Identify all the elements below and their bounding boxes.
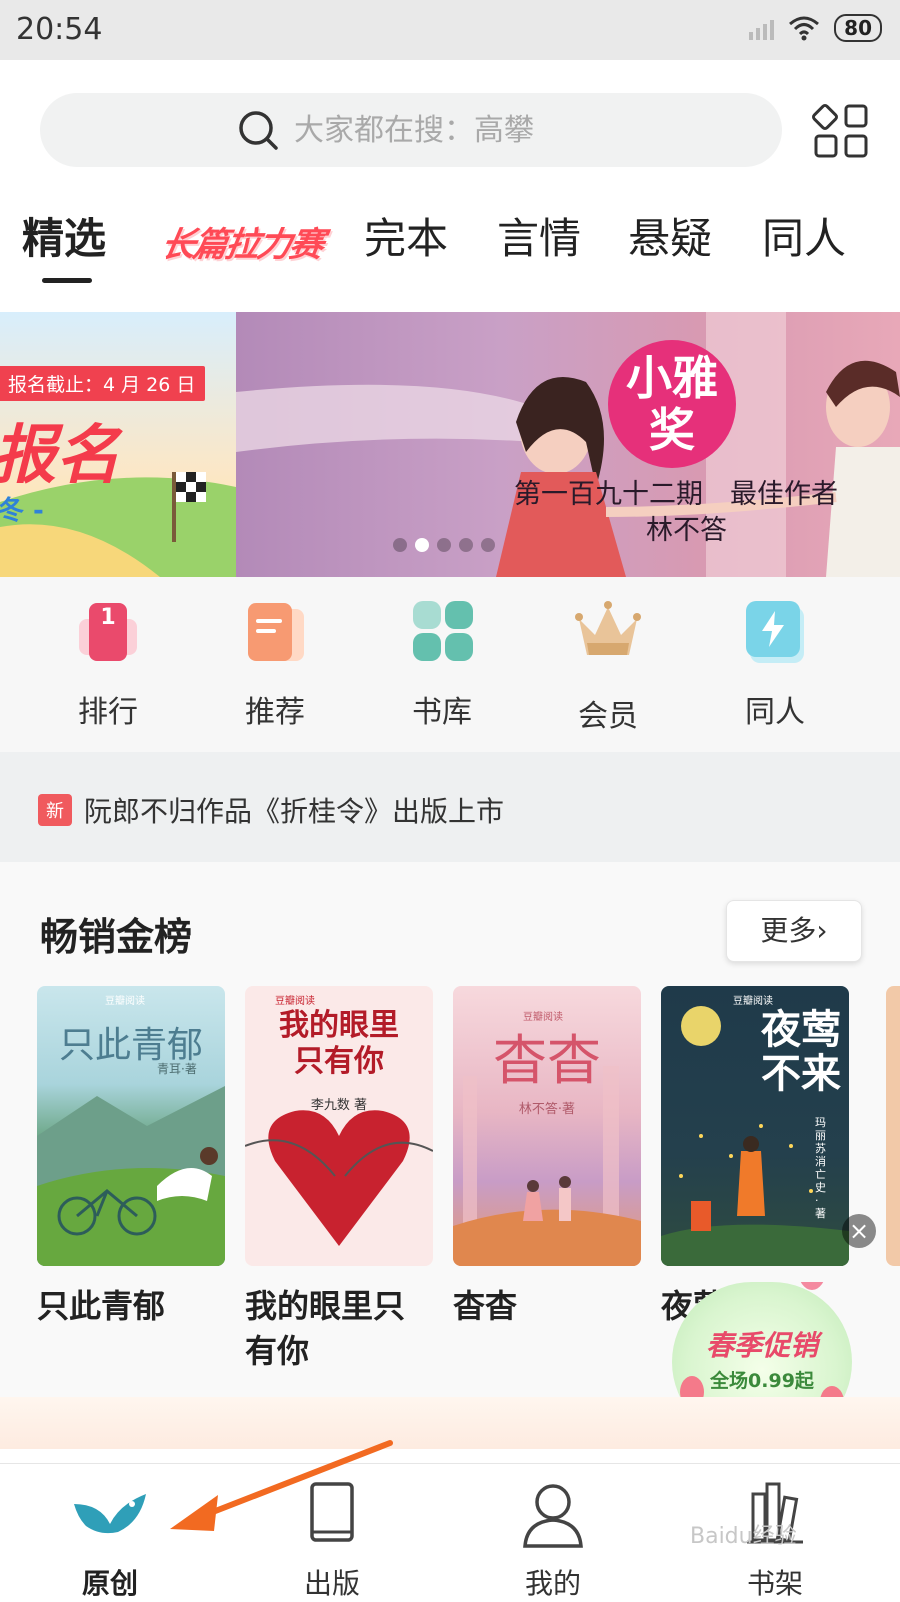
battery-indicator: 80 (834, 14, 882, 42)
nav-label: 我的 (524, 1567, 581, 1600)
tab-featured[interactable]: 精选 (22, 205, 106, 266)
tab-completed[interactable]: 完本 (364, 205, 448, 266)
promo-title: 春季促销 (705, 1329, 818, 1362)
book-cover-publisher: 豆瓣阅读 (275, 996, 315, 1007)
book-card-peek[interactable] (886, 986, 900, 1266)
quick-link-fanfic[interactable]: 同人 (715, 597, 835, 731)
book-cover[interactable]: 夜莺不来 玛丽苏消亡史·著 豆瓣阅读 (661, 986, 849, 1266)
book-cover-author: 李九数 著 (310, 1098, 368, 1113)
book-cover-publisher: 豆瓣阅读 (523, 1012, 563, 1023)
quick-link-label: 排行 (78, 695, 138, 730)
status-icons: 80 (749, 14, 882, 42)
carousel-dot[interactable] (459, 538, 473, 552)
search-input[interactable] (292, 111, 586, 149)
carousel-dot[interactable] (437, 538, 451, 552)
quick-link-label: 会员 (578, 699, 638, 734)
ranking-icon: 1 (73, 597, 143, 667)
book-cover[interactable]: 杳杳 林不答·著 豆瓣阅读 (453, 986, 641, 1266)
book-cover-title: 我的眼里只有你 (279, 1008, 399, 1079)
fanfic-icon (740, 597, 810, 667)
new-badge: 新 (38, 794, 72, 826)
carousel-dot[interactable] (481, 538, 495, 552)
book-cover-author: 青耳·著 (157, 1062, 197, 1076)
status-time: 20:54 (16, 12, 103, 47)
search-box[interactable] (40, 93, 782, 167)
signal-icon (749, 16, 775, 40)
search-icon (239, 111, 278, 150)
tab-mystery[interactable]: 悬疑 (628, 205, 712, 266)
quick-link-recommend[interactable]: 推荐 (215, 597, 335, 731)
quick-link-label: 同人 (745, 695, 805, 730)
nav-profile[interactable]: 我的 (488, 1474, 618, 1602)
status-bar: 20:54 80 (0, 0, 900, 60)
contest-deadline-tag: 报名截止：4 月 26 日 (0, 366, 206, 401)
close-icon[interactable]: × (842, 1214, 876, 1248)
book-card[interactable]: 我的眼里只有你 李九数 著 豆瓣阅读 我的眼里只有你 (245, 986, 433, 1374)
carousel-dot-active[interactable] (415, 538, 429, 552)
banner-slide-award[interactable]: 小雅奖 第一百九十二期 最佳作者 林不答 (236, 312, 900, 577)
category-grid-icon[interactable] (812, 102, 872, 162)
book-cover[interactable]: 只此青郁 青耳·著 豆瓣阅读 (37, 986, 225, 1266)
carousel-dot[interactable] (393, 538, 407, 552)
book-title[interactable]: 杳杳 (453, 1284, 633, 1329)
award-winner: 林不答 (646, 515, 727, 546)
book-title[interactable]: 我的眼里只有你 (245, 1284, 425, 1374)
book-cover-publisher: 豆瓣阅读 (105, 996, 145, 1007)
couple-illustration (236, 312, 900, 577)
notice-text[interactable]: 阮郎不归作品《折桂令》出版上市 (84, 790, 504, 830)
next-section-peek (0, 1397, 900, 1449)
quick-link-ranking[interactable]: 1 排行 (48, 597, 168, 731)
quick-link-label: 推荐 (245, 695, 305, 730)
award-badge: 小雅奖 (608, 340, 736, 468)
book-cover-author: 林不答·著 (518, 1102, 576, 1117)
book-card[interactable]: 杳杳 林不答·著 豆瓣阅读 杳杳 (453, 986, 641, 1329)
book-title[interactable]: 只此青郁 (37, 1284, 217, 1329)
contest-headline: 报名 (0, 419, 120, 493)
quick-links: 1 排行 推荐 书库 会员 同人 (0, 577, 900, 752)
tab-fanfic[interactable]: 同人 (762, 205, 846, 266)
book-cover-title: 杳杳 (493, 1029, 601, 1092)
recommend-icon (240, 597, 310, 667)
bird-icon (74, 1494, 146, 1534)
book-card[interactable]: 只此青郁 青耳·著 豆瓣阅读 只此青郁 (37, 986, 225, 1329)
promo-subtitle: 全场0.99起 (710, 1370, 814, 1392)
quick-link-library[interactable]: 书库 (382, 597, 502, 731)
watermark: Baidu经验 (690, 1524, 797, 1549)
nav-label: 原创 (81, 1567, 138, 1600)
crown-icon (575, 601, 641, 655)
quick-link-membership[interactable]: 会员 (548, 597, 668, 735)
book-cover-author: 玛丽苏消亡史·著 (815, 1116, 826, 1220)
user-icon (523, 1484, 583, 1548)
book-cover[interactable]: 我的眼里只有你 李九数 著 豆瓣阅读 (245, 986, 433, 1266)
banner-slide-contest[interactable]: 报名截止：4 月 26 日 报名 冬 - (0, 312, 236, 577)
nav-label: 书架 (746, 1567, 803, 1600)
carousel-dots (393, 538, 495, 552)
contest-subtext: 冬 - (0, 496, 44, 526)
category-tabs: 精选 长篇拉力赛 完本 言情 悬疑 同人 (0, 195, 900, 295)
tab-active-indicator (42, 278, 92, 283)
book-cover-publisher: 豆瓣阅读 (733, 996, 773, 1007)
notice-item[interactable]: 新 阮郎不归作品《折桂令》出版上市 (38, 790, 504, 830)
nav-original[interactable]: 原创 (45, 1474, 175, 1602)
award-caption: 第一百九十二期 最佳作者 (514, 479, 838, 510)
tab-contest[interactable]: 长篇拉力赛 (158, 217, 327, 266)
annotation-arrow (170, 1440, 393, 1531)
library-icon (407, 597, 477, 667)
tab-romance[interactable]: 言情 (497, 205, 581, 266)
search-row (0, 60, 900, 185)
quick-link-label: 书库 (412, 695, 472, 730)
nav-label: 出版 (303, 1567, 360, 1600)
wifi-icon (789, 16, 820, 41)
more-button[interactable]: 更多› (726, 900, 862, 962)
section-title: 畅销金榜 (40, 915, 193, 959)
book-card[interactable]: 夜莺不来 玛丽苏消亡史·著 豆瓣阅读 夜莺不来 (661, 986, 849, 1329)
book-cover-title: 夜莺不来 (761, 1006, 841, 1097)
